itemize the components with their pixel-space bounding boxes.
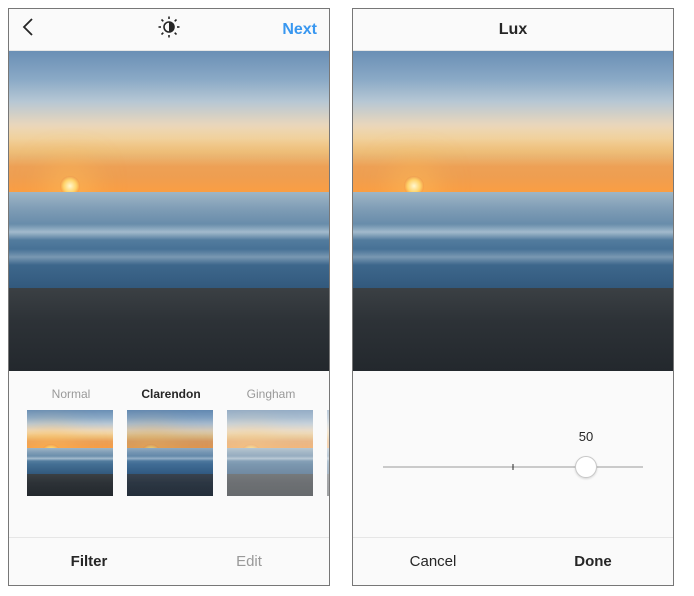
slider-area: 50 bbox=[353, 371, 673, 537]
filter-label: Gingham bbox=[227, 387, 315, 402]
tab-filter[interactable]: Filter bbox=[9, 538, 169, 585]
header-title: Lux bbox=[425, 21, 601, 39]
filter-label: M bbox=[327, 387, 329, 402]
done-button[interactable]: Done bbox=[513, 538, 673, 585]
photo-preview[interactable] bbox=[9, 51, 329, 371]
screen-lux-adjust: Lux 50 Cancel Done bbox=[352, 8, 674, 586]
bottom-tabs: Filter Edit bbox=[9, 537, 329, 585]
screen-filter-picker: Next Normal Clarendon Gingham bbox=[8, 8, 330, 586]
slider-handle[interactable] bbox=[575, 456, 597, 478]
action-bar: Cancel Done bbox=[353, 537, 673, 585]
filter-strip[interactable]: Normal Clarendon Gingham M bbox=[9, 371, 329, 505]
cancel-button[interactable]: Cancel bbox=[353, 538, 513, 585]
filter-thumb bbox=[227, 410, 313, 496]
back-icon[interactable] bbox=[21, 17, 35, 43]
lux-icon[interactable] bbox=[158, 16, 180, 43]
lux-slider[interactable] bbox=[383, 454, 643, 480]
filter-label: Clarendon bbox=[127, 387, 215, 402]
filter-next-partial[interactable]: M bbox=[327, 387, 329, 496]
header: Lux bbox=[353, 9, 673, 51]
filter-gingham[interactable]: Gingham bbox=[227, 387, 315, 496]
filter-thumb bbox=[27, 410, 113, 496]
photo-preview[interactable] bbox=[353, 51, 673, 371]
slider-value-label: 50 bbox=[456, 429, 694, 444]
filter-label: Normal bbox=[27, 387, 115, 402]
header: Next bbox=[9, 9, 329, 51]
filter-clarendon[interactable]: Clarendon bbox=[127, 387, 215, 496]
tab-edit[interactable]: Edit bbox=[169, 538, 329, 585]
filter-normal[interactable]: Normal bbox=[27, 387, 115, 496]
filter-thumb bbox=[127, 410, 213, 496]
next-button[interactable]: Next bbox=[282, 21, 317, 39]
filter-thumb bbox=[327, 410, 329, 496]
slider-zero-tick bbox=[513, 464, 514, 470]
